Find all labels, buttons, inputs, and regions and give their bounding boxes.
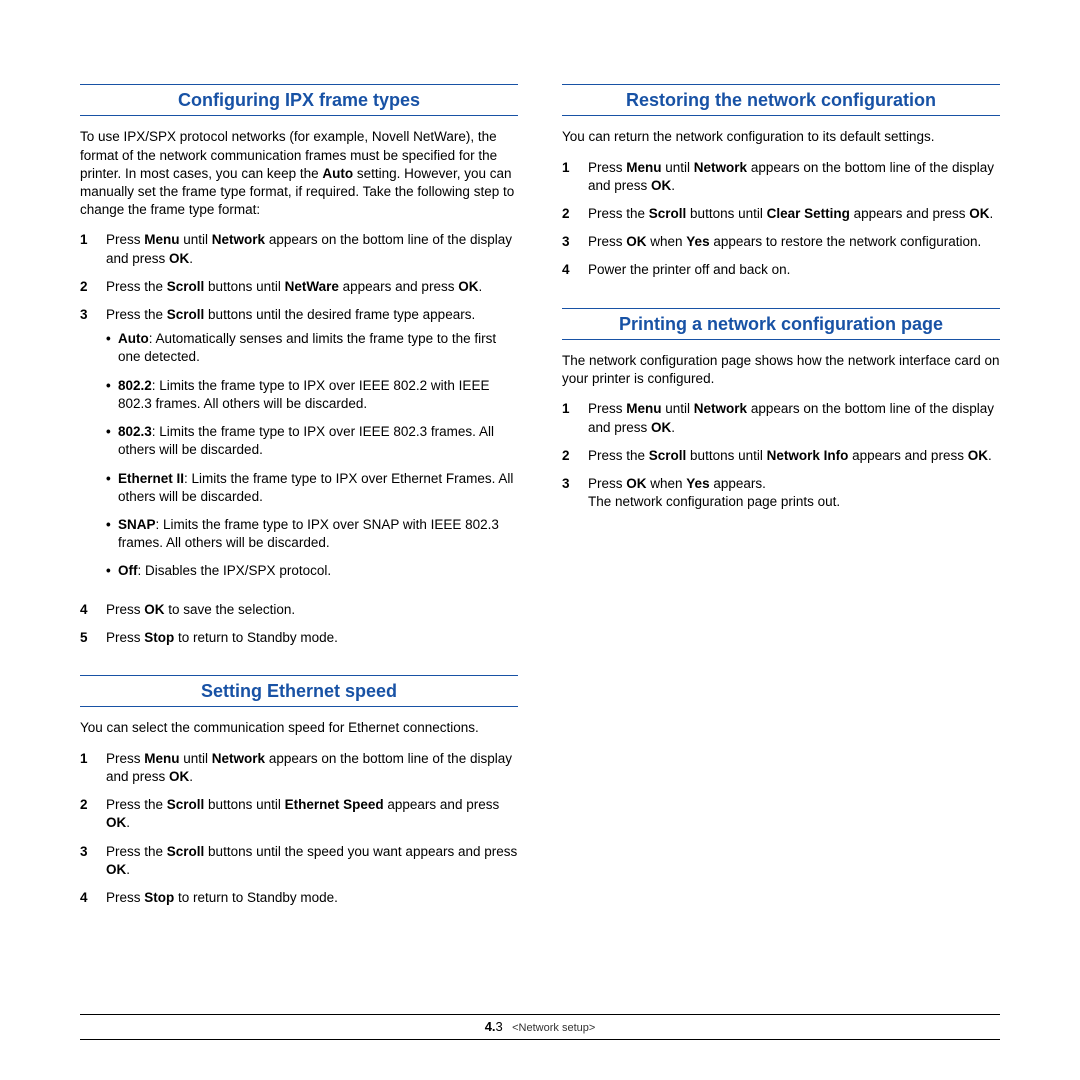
section-intro: You can return the network configuration… (562, 128, 1000, 146)
bullet-item: Off: Disables the IPX/SPX protocol. (106, 562, 518, 580)
section-printing-config-page: Printing a network configuration page Th… (562, 308, 1000, 512)
section-label: <Network setup> (512, 1022, 595, 1034)
step-text: Power the printer off and back on. (588, 261, 1000, 279)
chapter-number: 4. (485, 1019, 496, 1034)
step-text: Press Menu until Network appears on the … (588, 159, 1000, 195)
step-text: Press the Scroll buttons until Ethernet … (106, 796, 518, 832)
step-text: Press OK to save the selection. (106, 601, 518, 619)
page-number: 3 (496, 1019, 503, 1034)
bullet-list: Auto: Automatically senses and limits th… (106, 330, 518, 580)
section-intro: You can select the communication speed f… (80, 719, 518, 737)
page-footer: 4.3 <Network setup> (80, 1014, 1000, 1040)
section-restoring-network: Restoring the network configuration You … (562, 84, 1000, 280)
step-text: Press the Scroll buttons until the desir… (106, 306, 518, 591)
step-text: Press the Scroll buttons until Network I… (588, 447, 1000, 465)
bullet-item: 802.2: Limits the frame type to IPX over… (106, 377, 518, 413)
left-column: Configuring IPX frame types To use IPX/S… (80, 84, 518, 935)
section-ethernet-speed: Setting Ethernet speed You can select th… (80, 675, 518, 907)
step-text: Press the Scroll buttons until Clear Set… (588, 205, 1000, 223)
section-heading: Printing a network configuration page (562, 308, 1000, 340)
step-text: Press Stop to return to Standby mode. (106, 629, 518, 647)
section-ipx-frame-types: Configuring IPX frame types To use IPX/S… (80, 84, 518, 647)
step-list: 1Press Menu until Network appears on the… (562, 159, 1000, 280)
bullet-item: Ethernet II: Limits the frame type to IP… (106, 470, 518, 506)
section-heading: Restoring the network configuration (562, 84, 1000, 116)
bullet-item: SNAP: Limits the frame type to IPX over … (106, 516, 518, 552)
section-intro: The network configuration page shows how… (562, 352, 1000, 388)
section-intro: To use IPX/SPX protocol networks (for ex… (80, 128, 518, 219)
step-text: Press the Scroll buttons until NetWare a… (106, 278, 518, 296)
step-list: 1Press Menu until Network appears on the… (80, 750, 518, 908)
bullet-item: 802.3: Limits the frame type to IPX over… (106, 423, 518, 459)
section-heading: Configuring IPX frame types (80, 84, 518, 116)
step-text: Press Menu until Network appears on the … (106, 231, 518, 267)
step-text: Press OK when Yes appears.The network co… (588, 475, 1000, 511)
right-column: Restoring the network configuration You … (562, 84, 1000, 935)
step-text: Press the Scroll buttons until the speed… (106, 843, 518, 879)
bullet-item: Auto: Automatically senses and limits th… (106, 330, 518, 366)
step-text: Press Menu until Network appears on the … (106, 750, 518, 786)
section-heading: Setting Ethernet speed (80, 675, 518, 707)
step-text: Press Menu until Network appears on the … (588, 400, 1000, 436)
step-list: 1Press Menu until Network appears on the… (80, 231, 518, 647)
step-text: Press Stop to return to Standby mode. (106, 889, 518, 907)
page-body: Configuring IPX frame types To use IPX/S… (0, 0, 1080, 935)
step-list: 1Press Menu until Network appears on the… (562, 400, 1000, 511)
step-text: Press OK when Yes appears to restore the… (588, 233, 1000, 251)
